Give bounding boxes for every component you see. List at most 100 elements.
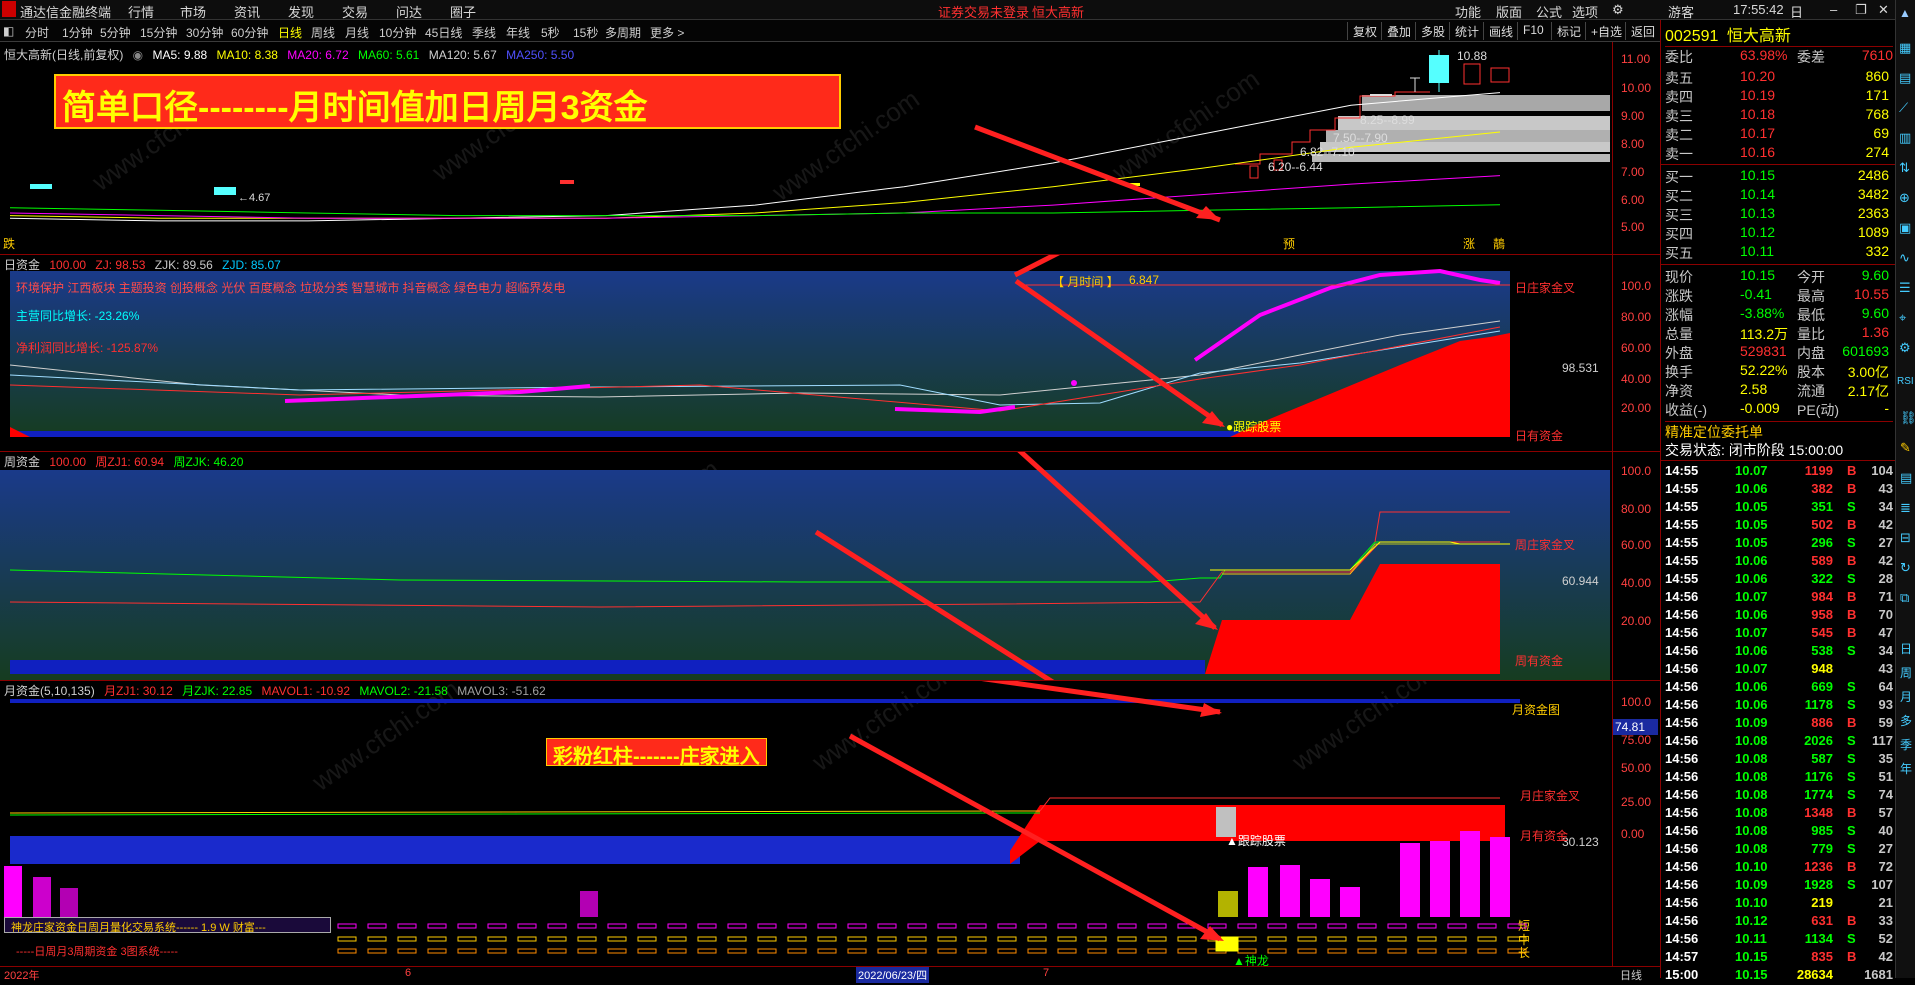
btn-stats[interactable]: 统计 — [1449, 22, 1484, 40]
period-dash — [517, 948, 537, 954]
daily-zj: ZJ: 98.53 — [95, 258, 146, 272]
pen-icon[interactable]: ✎ — [1900, 440, 1911, 456]
period-season[interactable]: 季线 — [472, 24, 496, 41]
period-season-btn[interactable]: 季 — [1900, 736, 1912, 753]
stack-icon[interactable]: ≣ — [1900, 500, 1911, 516]
scroll-up-icon[interactable]: ▲ — [1899, 6, 1911, 20]
period-10m[interactable]: 10分钟 — [379, 24, 416, 41]
system-label-2: -----日周月3周期资金 3图系统----- — [16, 946, 178, 958]
menu-formula[interactable]: 公式 — [1536, 2, 1562, 21]
period-dash — [397, 948, 417, 954]
period-week-btn[interactable]: 周 — [1900, 664, 1912, 681]
restore-icon[interactable]: ❐ — [1855, 2, 1867, 18]
period-15m[interactable]: 15分钟 — [140, 24, 177, 41]
period-multi[interactable]: 多周期 — [605, 24, 641, 41]
list-icon[interactable]: ☰ — [1899, 280, 1911, 296]
user-label[interactable]: 游客 — [1668, 2, 1694, 21]
kline-panel[interactable]: 恒大高新(日线,前复权) ◉ MA5: 9.88 MA10: 8.38 MA20… — [0, 42, 1612, 254]
rsi-button[interactable]: RSI — [1897, 376, 1914, 387]
btn-fuquan[interactable]: 复权 — [1347, 22, 1382, 40]
period-dash — [667, 936, 687, 942]
btn-multistock[interactable]: 多股 — [1415, 22, 1450, 40]
tick-row: 14:56 10.07 984 B 71 — [1665, 589, 1895, 607]
tick-count: 42 — [1878, 553, 1893, 568]
date-label: 2022年 — [4, 970, 40, 982]
layers-icon[interactable]: ⧉ — [1900, 590, 1909, 606]
period-1m[interactable]: 1分钟 — [62, 24, 93, 41]
period-5m[interactable]: 5分钟 — [100, 24, 131, 41]
tick-count: 27 — [1878, 841, 1893, 856]
weicha-value: 7610 — [1861, 47, 1893, 63]
order-title[interactable]: 精准定位委托单 — [1665, 421, 1893, 440]
ma60-line — [9, 204, 1501, 217]
quote-row: 总量 113.2万 量比 1.36 — [1665, 324, 1893, 343]
pin-icon[interactable]: ⌖ — [1899, 310, 1906, 326]
period-dash — [1027, 936, 1047, 942]
daily-panel[interactable]: 日资金 100.00 ZJ: 98.53 ZJK: 89.56 ZJD: 85.… — [0, 255, 1612, 451]
tick-price: 10.08 — [1735, 751, 1768, 766]
menu-news[interactable]: 资讯 — [234, 2, 260, 21]
period-month-btn[interactable]: 月 — [1900, 688, 1912, 705]
wave-icon[interactable]: ∿ — [1899, 250, 1910, 266]
login-status[interactable]: 证券交易未登录 — [938, 2, 1029, 21]
line-icon[interactable]: ⟋ — [1899, 100, 1908, 116]
period-30m[interactable]: 30分钟 — [186, 24, 223, 41]
period-year[interactable]: 年线 — [506, 24, 530, 41]
menu-layout[interactable]: 版面 — [1496, 2, 1522, 21]
menu-trade[interactable]: 交易 — [342, 2, 368, 21]
period-60m[interactable]: 60分钟 — [231, 24, 268, 41]
period-dash — [667, 923, 687, 929]
refresh-icon[interactable]: ↻ — [1900, 560, 1911, 576]
period-5s[interactable]: 5秒 — [541, 24, 560, 41]
period-dash — [1297, 936, 1317, 942]
tick-price: 10.05 — [1735, 517, 1768, 532]
period-month[interactable]: 月线 — [345, 24, 369, 41]
btn-overlay[interactable]: 叠加 — [1381, 22, 1416, 40]
menu-circle[interactable]: 圈子 — [450, 2, 476, 21]
user-icon[interactable]: ⚙ — [1612, 2, 1624, 18]
period-dash — [1357, 948, 1377, 954]
weibi-label: 委比 — [1665, 49, 1693, 65]
tick-volume: 984 — [1811, 589, 1833, 604]
price-label-zone4: 6.20--6.44 — [1268, 160, 1323, 174]
grid-icon[interactable]: ▦ — [1899, 40, 1911, 56]
menu-market[interactable]: 市场 — [180, 2, 206, 21]
settings-icon[interactable]: ⚙ — [1899, 340, 1911, 356]
monthly-panel[interactable]: 月资金(5,10,135) 月ZJ1: 30.12 月ZJK: 22.85 MA… — [0, 681, 1658, 968]
menu-hq[interactable]: 行情 — [128, 2, 154, 21]
minimize-icon[interactable]: – — [1830, 2, 1837, 17]
chart-icon[interactable]: ▤ — [1899, 70, 1911, 86]
toggle-icon[interactable]: ◧ — [3, 24, 14, 38]
btn-draw[interactable]: 画线 — [1483, 22, 1518, 40]
menu-discover[interactable]: 发现 — [288, 2, 314, 21]
ruler-icon[interactable]: ⊟ — [1900, 530, 1911, 546]
period-week[interactable]: 周线 — [311, 24, 335, 41]
compare-icon[interactable]: ⇅ — [1899, 160, 1910, 176]
menu-wenda[interactable]: 问达 — [396, 2, 422, 21]
close-icon[interactable]: ✕ — [1878, 2, 1889, 18]
period-fenshi[interactable]: 分时 — [25, 24, 49, 41]
period-day-btn[interactable]: 日 — [1900, 640, 1912, 657]
tick-count: 117 — [1872, 733, 1893, 748]
btn-f10[interactable]: F10 — [1517, 22, 1549, 40]
link-icon[interactable]: ⛓ — [1900, 410, 1915, 426]
btn-back[interactable]: 返回 — [1625, 22, 1660, 40]
stat-label: 股本 — [1797, 364, 1825, 380]
period-45d[interactable]: 45日线 — [425, 24, 462, 41]
period-more[interactable]: 更多 > — [650, 24, 684, 41]
menu-options[interactable]: 选项 — [1572, 2, 1598, 21]
period-15s[interactable]: 15秒 — [573, 24, 598, 41]
weekly-panel[interactable]: 周资金 100.00 周ZJ1: 60.94 周ZJK: 46.20 60.94… — [0, 452, 1612, 680]
btn-mark[interactable]: 标记 — [1551, 22, 1586, 40]
doc-icon[interactable]: ▤ — [1900, 470, 1912, 486]
target-icon[interactable]: ⊕ — [1899, 190, 1910, 206]
period-multi-btn[interactable]: 多 — [1900, 712, 1912, 729]
period-day[interactable]: 日线 — [278, 24, 302, 41]
period-dash — [877, 948, 897, 954]
period-year-btn[interactable]: 年 — [1900, 760, 1912, 777]
box-icon[interactable]: ▣ — [1899, 220, 1911, 236]
daily-value: 100.00 — [49, 258, 87, 272]
menu-function[interactable]: 功能 — [1455, 2, 1481, 21]
btn-add-watch[interactable]: +自选 — [1585, 22, 1627, 40]
bar-icon[interactable]: ▥ — [1899, 130, 1911, 146]
